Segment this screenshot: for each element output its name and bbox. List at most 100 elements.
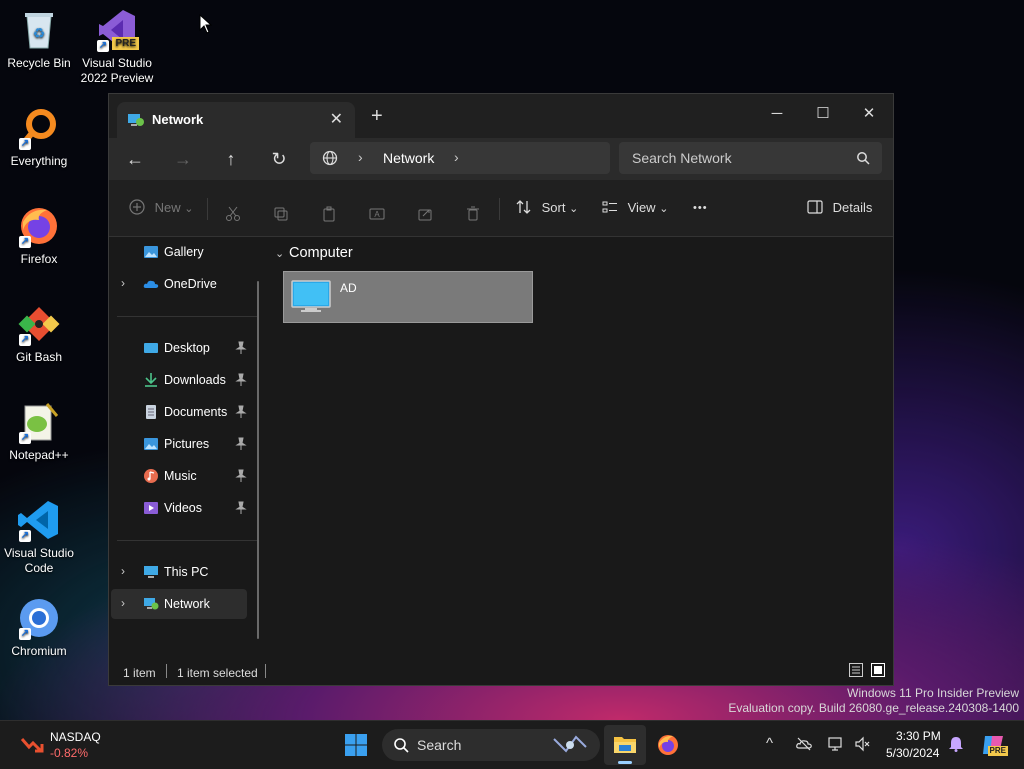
item-name: AD bbox=[340, 281, 357, 295]
tiles-view-icon[interactable] bbox=[871, 663, 885, 677]
chevron-right-icon[interactable]: › bbox=[454, 149, 459, 165]
sort-button[interactable]: Sort ⌄ bbox=[516, 194, 578, 222]
view-button[interactable]: View ⌄ bbox=[602, 194, 668, 222]
downloads-icon bbox=[145, 373, 157, 387]
group-header-label: Computer bbox=[289, 245, 353, 261]
tab-network[interactable]: Network ✕ bbox=[117, 102, 355, 138]
taskbar-search[interactable]: Search bbox=[382, 729, 600, 761]
search-box[interactable]: Search Network bbox=[619, 142, 882, 174]
copilot-button[interactable]: PRE bbox=[980, 732, 1008, 758]
sidebar-item-downloads[interactable]: Downloads bbox=[111, 365, 247, 395]
new-tab-button[interactable]: + bbox=[371, 106, 383, 126]
sidebar-item-gallery[interactable]: Gallery bbox=[111, 237, 247, 267]
minimize-button[interactable]: ─ bbox=[762, 102, 792, 126]
selection-count: 1 item selected bbox=[177, 666, 258, 680]
desktop-icon-vscode[interactable]: ↗ Visual Studio Code bbox=[0, 498, 78, 576]
sidebar-divider bbox=[117, 540, 257, 541]
close-window-button[interactable]: ✕ bbox=[854, 102, 884, 126]
more-options-button[interactable]: ••• bbox=[693, 194, 708, 222]
refresh-button[interactable]: ↻ bbox=[264, 145, 294, 173]
desktop-icon-chromium[interactable]: ↗ Chromium bbox=[0, 596, 78, 659]
taskbar-firefox-icon[interactable] bbox=[656, 733, 680, 757]
navigation-bar: ← → ↑ ↻ › Network › Search Network bbox=[109, 138, 893, 180]
stock-widget[interactable]: NASDAQ -0.82% bbox=[18, 729, 128, 761]
desktop-folder-icon bbox=[144, 343, 158, 353]
clock-date[interactable]: 5/30/2024 bbox=[886, 746, 939, 760]
desktop-icon-firefox[interactable]: ↗ Firefox bbox=[0, 204, 78, 267]
sidebar-item-documents[interactable]: Documents bbox=[111, 397, 247, 427]
sidebar-item-videos[interactable]: Videos bbox=[111, 493, 247, 523]
chevron-right-icon[interactable]: › bbox=[358, 149, 363, 165]
music-icon bbox=[144, 469, 158, 483]
computer-monitor-icon bbox=[291, 280, 331, 312]
group-header[interactable]: ⌄ Computer bbox=[275, 245, 353, 261]
speaker-muted-icon[interactable] bbox=[854, 736, 870, 752]
sidebar-divider bbox=[117, 316, 257, 317]
expand-chevron-icon[interactable]: › bbox=[121, 564, 125, 578]
breadcrumb-network[interactable]: Network bbox=[383, 150, 434, 166]
expand-chevron-icon[interactable]: › bbox=[121, 276, 125, 290]
network-status-icon[interactable] bbox=[828, 736, 844, 752]
paste-icon[interactable] bbox=[321, 200, 337, 228]
sidebar-item-onedrive[interactable]: › OneDrive bbox=[111, 269, 247, 299]
file-explorer-window: Network ✕ + ─ ☐ ✕ ← → ↑ ↻ › Network › Se… bbox=[108, 93, 894, 686]
show-hidden-icons-button[interactable]: ^ bbox=[766, 735, 773, 752]
details-view-icon[interactable] bbox=[849, 663, 863, 677]
this-pc-icon bbox=[144, 566, 158, 578]
sidebar-item-label: Documents bbox=[164, 405, 228, 419]
desktop-icon-notepad-plus-plus[interactable]: ↗ Notepad++ bbox=[0, 400, 78, 463]
chromium-icon: ↗ bbox=[17, 596, 61, 640]
view-label: View bbox=[627, 200, 656, 215]
sidebar-item-label: Network bbox=[164, 597, 210, 611]
sidebar-item-network[interactable]: › Network bbox=[111, 589, 247, 619]
expand-chevron-icon[interactable]: › bbox=[121, 596, 125, 610]
new-button[interactable]: New ⌄ bbox=[129, 194, 193, 222]
pin-icon[interactable] bbox=[235, 373, 247, 387]
sidebar-item-desktop[interactable]: Desktop bbox=[111, 333, 247, 363]
cut-icon[interactable] bbox=[225, 200, 241, 228]
share-icon[interactable] bbox=[417, 200, 433, 228]
chevron-down-icon: ⌄ bbox=[569, 203, 579, 215]
desktop-icon-git-bash[interactable]: ↗ Git Bash bbox=[0, 302, 78, 365]
sidebar-item-pictures[interactable]: Pictures bbox=[111, 429, 247, 459]
running-indicator bbox=[618, 761, 632, 764]
sidebar-item-label: OneDrive bbox=[164, 277, 217, 291]
details-label: Details bbox=[832, 200, 873, 215]
file-explorer-icon bbox=[614, 737, 636, 753]
videos-icon bbox=[144, 502, 158, 514]
onedrive-offline-icon[interactable] bbox=[796, 736, 812, 752]
search-input[interactable]: Search Network bbox=[632, 150, 732, 166]
copy-icon[interactable] bbox=[273, 200, 289, 228]
sidebar-item-music[interactable]: Music bbox=[111, 461, 247, 491]
sidebar-scrollbar[interactable] bbox=[257, 281, 259, 639]
rename-icon[interactable]: A bbox=[369, 200, 385, 228]
delete-icon[interactable] bbox=[465, 200, 481, 228]
clock-time[interactable]: 3:30 PM bbox=[896, 729, 941, 743]
network-item-ad[interactable]: AD bbox=[283, 271, 533, 323]
start-button[interactable] bbox=[344, 733, 368, 757]
forward-button[interactable]: → bbox=[168, 145, 198, 173]
maximize-button[interactable]: ☐ bbox=[808, 102, 838, 126]
documents-icon bbox=[146, 405, 156, 419]
details-button[interactable]: Details bbox=[807, 194, 872, 222]
up-button[interactable]: ↑ bbox=[216, 145, 246, 173]
taskbar-search-input[interactable]: Search bbox=[417, 737, 461, 753]
search-icon bbox=[394, 738, 409, 753]
pin-icon[interactable] bbox=[235, 469, 247, 483]
vscode-icon: ↗ bbox=[17, 498, 61, 542]
desktop-icon-visual-studio[interactable]: PRE ↗ Visual Studio 2022 Preview bbox=[78, 8, 156, 86]
close-tab-button[interactable]: ✕ bbox=[330, 109, 343, 129]
desktop-icon-recycle-bin[interactable]: ♻ Recycle Bin bbox=[0, 8, 78, 71]
pin-icon[interactable] bbox=[235, 437, 247, 451]
address-bar[interactable]: › Network › bbox=[310, 142, 610, 174]
search-icon bbox=[857, 152, 870, 165]
pin-icon[interactable] bbox=[235, 405, 247, 419]
pin-icon[interactable] bbox=[235, 341, 247, 355]
network-icon bbox=[128, 114, 144, 126]
back-button[interactable]: ← bbox=[120, 145, 150, 173]
notification-bell-icon[interactable] bbox=[948, 736, 964, 752]
desktop-icon-everything[interactable]: ↗ Everything bbox=[0, 106, 78, 169]
taskbar-file-explorer[interactable] bbox=[604, 725, 646, 765]
sidebar-item-this-pc[interactable]: › This PC bbox=[111, 557, 247, 587]
pin-icon[interactable] bbox=[235, 501, 247, 515]
